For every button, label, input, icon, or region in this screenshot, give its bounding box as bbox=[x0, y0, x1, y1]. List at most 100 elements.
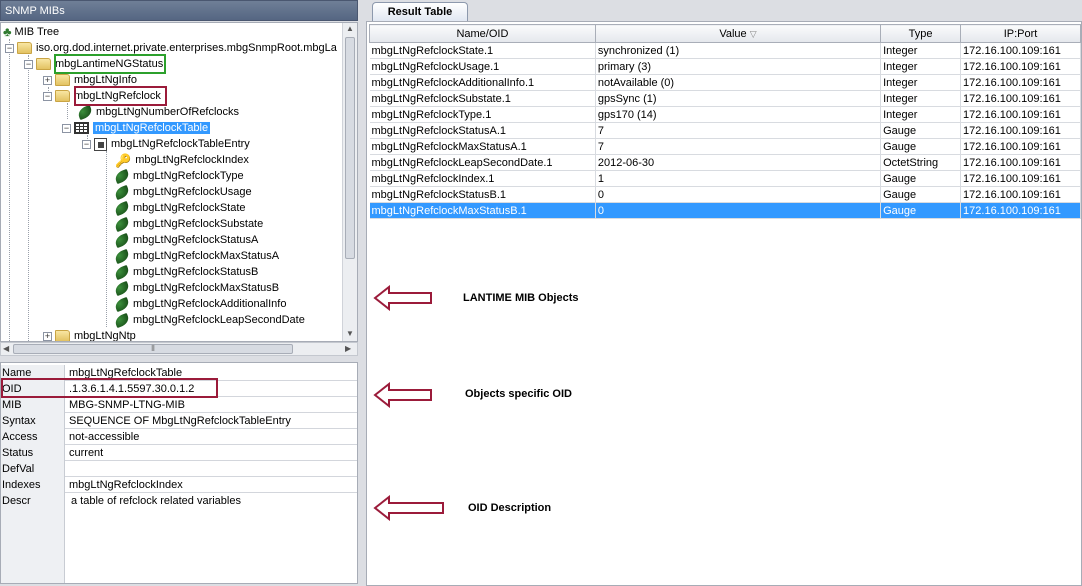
cell-value: 7 bbox=[595, 122, 882, 139]
tree-node-refclock-table-entry[interactable]: − mbgLtNgRefclockTableEntry bbox=[82, 136, 250, 152]
tree-node-ltng-refclock[interactable]: − mbgLtNgRefclock bbox=[43, 88, 161, 104]
oid-arrow-icon bbox=[373, 382, 432, 408]
column-header-type[interactable]: Type bbox=[880, 24, 962, 43]
tree-node-refclock-index[interactable]: 🔑 mbgLtNgRefclockIndex bbox=[115, 152, 249, 168]
property-row-oid: OID .1.3.6.1.4.1.5597.30.0.1.2 bbox=[1, 381, 357, 397]
expand-icon[interactable]: + bbox=[43, 75, 52, 85]
tree-node-refclock-state[interactable]: mbgLtNgRefclockState bbox=[113, 200, 246, 216]
tree-node-label: mbgLtNgRefclockStatusA bbox=[133, 234, 259, 246]
table-row[interactable]: mbgLtNgRefclockSubstate.1 gpsSync (1) Inte… bbox=[369, 90, 1081, 107]
collapse-icon[interactable]: − bbox=[82, 139, 91, 149]
key-icon: 🔑 bbox=[115, 152, 132, 168]
table-row[interactable]: mbgLtNgRefclockMaxStatusA.1 7 Gauge 172.16.… bbox=[369, 138, 1081, 155]
tree-node-refclock-usage[interactable]: mbgLtNgRefclockUsage bbox=[113, 184, 252, 200]
scroll-right-icon[interactable]: ▶ bbox=[345, 344, 351, 353]
property-value: current bbox=[69, 447, 104, 459]
tree-node-label: mbgLantimeNGStatus bbox=[55, 58, 164, 70]
tree-node-refclock-table[interactable]: − mbgLtNgRefclockTable bbox=[62, 120, 211, 136]
cell-name-oid: mbgLtNgRefclockUsage.1 bbox=[369, 58, 596, 75]
property-value: mbgLtNgRefclockIndex bbox=[69, 479, 183, 491]
property-value: SEQUENCE OF MbgLtNgRefclockTableEntry bbox=[69, 415, 291, 427]
tree-node-label: mbgLtNgNumberOfRefclocks bbox=[96, 106, 240, 118]
tree-node-lantime-ng-status[interactable]: − mbgLantimeNGStatus bbox=[24, 56, 163, 72]
table-row[interactable]: mbgLtNgRefclockType.1 gps170 (14) Integer 1… bbox=[369, 106, 1081, 123]
tree-node-ltng-info[interactable]: + mbgLtNgInfo bbox=[43, 72, 137, 88]
leaf-icon bbox=[113, 232, 131, 248]
tree-node-label: mbgLtNgRefclockMaxStatusA bbox=[133, 250, 280, 262]
tree-node-refclock-max-status-a[interactable]: mbgLtNgRefclockMaxStatusA bbox=[113, 248, 280, 264]
collapse-icon[interactable]: − bbox=[5, 43, 14, 53]
table-row[interactable]: mbgLtNgRefclockAdditionalInfo.1 notAvaila… bbox=[369, 74, 1081, 91]
cell-value: gps170 (14) bbox=[595, 106, 882, 123]
table-row[interactable]: mbgLtNgRefclockStatusB.1 0 Gauge 172.16.100… bbox=[369, 186, 1081, 203]
tree-node-ltng-ntp[interactable]: + mbgLtNgNtp bbox=[43, 328, 136, 341]
annotation-descr: OID Description bbox=[468, 502, 552, 514]
property-key: Access bbox=[1, 429, 65, 445]
annotation-objects: LANTIME MIB Objects bbox=[463, 292, 579, 304]
cell-name-oid: mbgLtNgRefclockStatusB.1 bbox=[369, 186, 596, 203]
property-value: a table of refclock related variables bbox=[71, 495, 241, 507]
scroll-thumb[interactable]: ⦀ bbox=[13, 344, 293, 354]
tree-node-refclock-substate[interactable]: mbgLtNgRefclockSubstate bbox=[113, 216, 263, 232]
tree-icon: ♣ bbox=[3, 24, 12, 40]
cell-ip-port: 172.16.100.109:161 bbox=[960, 170, 1081, 187]
cell-type: Integer bbox=[880, 42, 962, 59]
table-entry-icon bbox=[94, 137, 107, 151]
tree-node-refclock-status-a[interactable]: mbgLtNgRefclockStatusA bbox=[113, 232, 259, 248]
tree-node-path[interactable]: − iso.org.dod.internet.private.enterprise… bbox=[5, 40, 337, 56]
mib-tree[interactable]: ♣ MIB Tree − iso.org.dod.internet.private.… bbox=[0, 22, 358, 342]
folder-icon bbox=[17, 42, 32, 55]
table-row[interactable]: mbgLtNgRefclockUsage.1 primary (3) Integer… bbox=[369, 58, 1081, 75]
cell-type: Integer bbox=[880, 106, 962, 123]
cell-value: 0 bbox=[595, 186, 882, 203]
leaf-icon bbox=[76, 104, 94, 120]
table-row[interactable]: mbgLtNgRefclockLeapSecondDate.1 2012-06-3… bbox=[369, 154, 1081, 171]
expand-icon[interactable]: + bbox=[43, 331, 52, 341]
tab-result-table[interactable]: Result Table bbox=[372, 2, 468, 22]
property-value: MBG-SNMP-LTNG-MIB bbox=[69, 399, 185, 411]
scroll-up-icon[interactable]: ▲ bbox=[346, 24, 354, 33]
property-key: Syntax bbox=[1, 413, 65, 429]
cell-ip-port: 172.16.100.109:161 bbox=[960, 154, 1081, 171]
annotation-oid: Objects specific OID bbox=[465, 388, 572, 400]
tree-node-label: mbgLtNgRefclockMaxStatusB bbox=[133, 282, 280, 294]
table-row[interactable]: mbgLtNgRefclockState.1 synchronized (1) In… bbox=[369, 42, 1081, 59]
property-value: .1.3.6.1.4.1.5597.30.0.1.2 bbox=[69, 383, 195, 395]
tree-node-refclock-additional-info[interactable]: mbgLtNgRefclockAdditionalInfo bbox=[113, 296, 286, 312]
tree-node-refclock-leap-second-date[interactable]: mbgLtNgRefclockLeapSecondDate bbox=[113, 312, 305, 328]
sort-arrow-icon: ▽ bbox=[749, 28, 757, 39]
tree-node-refclock-type[interactable]: mbgLtNgRefclockType bbox=[113, 168, 244, 184]
cell-name-oid: mbgLtNgRefclockSubstate.1 bbox=[369, 90, 596, 107]
column-header-ip-port[interactable]: IP:Port bbox=[960, 24, 1081, 43]
scroll-thumb[interactable] bbox=[345, 37, 355, 259]
collapse-icon[interactable]: − bbox=[24, 59, 33, 69]
cell-ip-port: 172.16.100.109:161 bbox=[960, 138, 1081, 155]
cell-type: Gauge bbox=[880, 186, 962, 203]
result-table-header: Name/OID Value ▽ Type IP:Port bbox=[369, 24, 1081, 43]
tree-horizontal-scrollbar[interactable]: ◀ ⦀ ▶ bbox=[0, 342, 358, 356]
cell-name-oid: mbgLtNgRefclockType.1 bbox=[369, 106, 596, 123]
column-header-name-oid[interactable]: Name/OID bbox=[369, 24, 596, 43]
tree-node-label: mbgLtNgRefclockLeapSecondDate bbox=[133, 314, 305, 326]
cell-type: OctetString bbox=[880, 154, 962, 171]
cell-value: synchronized (1) bbox=[595, 42, 882, 59]
column-header-value[interactable]: Value ▽ bbox=[594, 24, 882, 43]
collapse-icon[interactable]: − bbox=[43, 91, 52, 101]
collapse-icon[interactable]: − bbox=[62, 123, 71, 133]
cell-ip-port: 172.16.100.109:161 bbox=[960, 186, 1081, 203]
scroll-down-icon[interactable]: ▼ bbox=[346, 329, 354, 338]
tree-vertical-scrollbar[interactable]: ▲ ▼ bbox=[342, 23, 357, 341]
tree-node-label: mbgLtNgRefclockUsage bbox=[133, 186, 252, 198]
property-key: DefVal bbox=[1, 461, 65, 477]
tree-node-label: iso.org.dod.internet.private.enterprises… bbox=[36, 42, 337, 54]
table-row[interactable]: mbgLtNgRefclockIndex.1 1 Gauge 172.16.100.1… bbox=[369, 170, 1081, 187]
table-row[interactable]: mbgLtNgRefclockMaxStatusB.1 0 Gauge 172.16.… bbox=[369, 202, 1081, 219]
leaf-icon bbox=[113, 312, 131, 328]
property-value: not-accessible bbox=[69, 431, 140, 443]
tree-node-number-of-refclocks[interactable]: mbgLtNgNumberOfRefclocks bbox=[76, 104, 240, 120]
scroll-left-icon[interactable]: ◀ bbox=[3, 344, 9, 353]
table-row[interactable]: mbgLtNgRefclockStatusA.1 7 Gauge 172.16.100… bbox=[369, 122, 1081, 139]
tree-node-mib-tree[interactable]: ♣ MIB Tree bbox=[3, 24, 59, 40]
tree-node-refclock-max-status-b[interactable]: mbgLtNgRefclockMaxStatusB bbox=[113, 280, 280, 296]
tree-node-refclock-status-b[interactable]: mbgLtNgRefclockStatusB bbox=[113, 264, 258, 280]
